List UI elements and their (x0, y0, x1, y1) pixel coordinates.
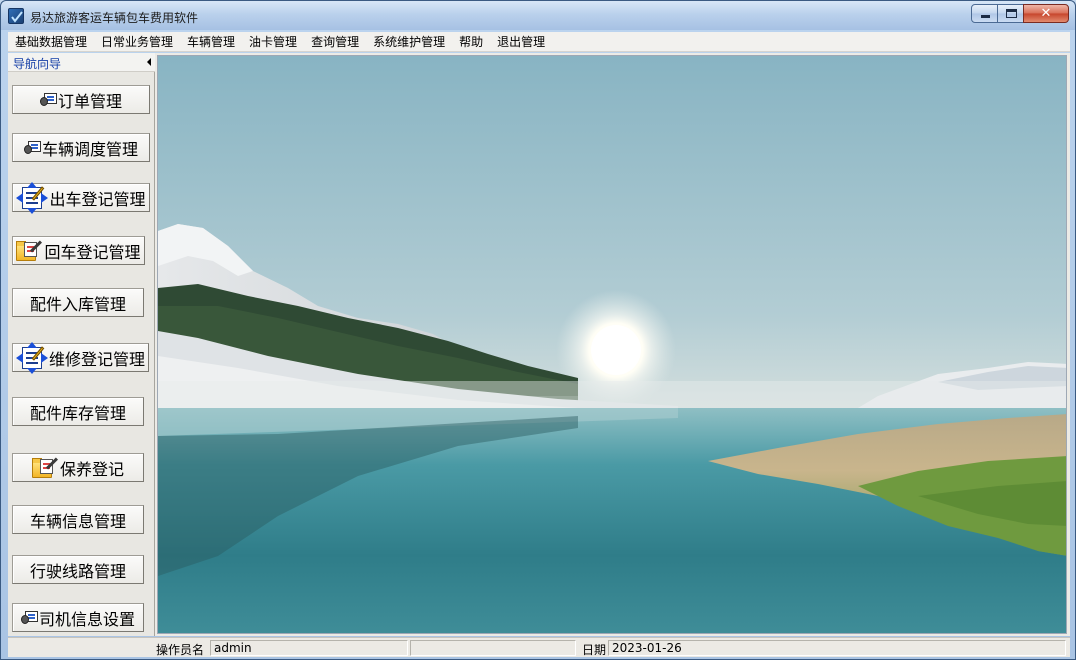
nav-button-label: 出车登记管理 (49, 189, 146, 209)
nav-button-parts-stock[interactable]: 配件库存管理 (12, 397, 144, 426)
status-bar: 操作员名 admin 日期 2023-01-26 (8, 637, 1070, 657)
nav-button-label: 行驶线路管理 (29, 561, 126, 581)
nav-button-repair[interactable]: 维修登记管理 (12, 341, 149, 374)
title-bar[interactable]: 易达旅游客运车辆包车费用软件 ✕ (1, 1, 1075, 30)
nav-button-label: 回车登记管理 (44, 242, 141, 262)
menu-fuel-card[interactable]: 油卡管理 (242, 32, 304, 52)
nav-button-maintenance[interactable]: 保养登记 (12, 453, 144, 482)
menu-query[interactable]: 查询管理 (304, 32, 366, 52)
lake-landscape-image (158, 56, 1066, 633)
nav-button-vehicle-info[interactable]: 车辆信息管理 (12, 505, 144, 534)
collapse-arrow-icon[interactable] (147, 58, 151, 66)
nav-title: 导航向导 (13, 57, 62, 71)
window-controls: ✕ (971, 4, 1069, 24)
menu-exit[interactable]: 退出管理 (490, 32, 552, 52)
nav-button-return[interactable]: 回车登记管理 (12, 236, 145, 265)
date-label: 日期 (582, 643, 607, 657)
close-button[interactable]: ✕ (1023, 4, 1069, 23)
app-icon (8, 8, 24, 24)
nav-button-label: 订单管理 (57, 91, 122, 111)
window-title: 易达旅游客运车辆包车费用软件 (30, 11, 199, 25)
folder-edit-icon (16, 239, 43, 262)
menu-system-maintenance[interactable]: 系统维护管理 (366, 32, 452, 52)
maximize-icon (1006, 9, 1017, 18)
menu-vehicle[interactable]: 车辆管理 (180, 32, 242, 52)
maximize-button[interactable] (997, 4, 1024, 23)
nav-button-dispatch[interactable]: 车辆调度管理 (12, 133, 150, 162)
order-icon (20, 610, 38, 625)
menu-daily-business[interactable]: 日常业务管理 (94, 32, 180, 52)
nav-button-order[interactable]: 订单管理 (12, 85, 150, 114)
nav-button-label: 配件库存管理 (29, 403, 126, 423)
order-icon (23, 140, 41, 155)
client-area: 导航向导 订单管理 车辆调度管理 出车登记管理 回车登记管理 配件入库管理 维修… (8, 53, 1070, 636)
date-value: 2023-01-26 (608, 640, 1066, 656)
nav-button-label: 司机信息设置 (38, 609, 135, 629)
nav-button-departure[interactable]: 出车登记管理 (12, 181, 150, 214)
nav-button-driver-info[interactable]: 司机信息设置 (12, 603, 144, 632)
menu-bar: 基础数据管理 日常业务管理 车辆管理 油卡管理 查询管理 系统维护管理 帮助 退… (8, 32, 1070, 52)
close-icon: ✕ (1040, 6, 1052, 21)
nav-button-parts-inbound[interactable]: 配件入库管理 (12, 288, 144, 317)
operator-value: admin (210, 640, 408, 656)
status-spacer (410, 640, 576, 656)
menu-basic-data[interactable]: 基础数据管理 (8, 32, 94, 52)
nav-button-label: 车辆调度管理 (41, 139, 138, 159)
menu-help[interactable]: 帮助 (452, 32, 490, 52)
nav-header: 导航向导 (8, 53, 155, 72)
form-edit-icon (15, 341, 48, 374)
nav-button-label: 维修登记管理 (48, 349, 145, 369)
form-edit-icon (16, 181, 49, 214)
order-icon (39, 92, 57, 107)
navigation-panel: 导航向导 订单管理 车辆调度管理 出车登记管理 回车登记管理 配件入库管理 维修… (8, 53, 155, 636)
minimize-button[interactable] (971, 4, 998, 23)
nav-button-label: 车辆信息管理 (29, 511, 126, 531)
operator-label: 操作员名 (156, 643, 205, 657)
minimize-icon (981, 15, 990, 18)
nav-button-label: 保养登记 (59, 459, 124, 479)
folder-edit-icon (31, 456, 58, 479)
nav-button-route[interactable]: 行驶线路管理 (12, 555, 144, 584)
main-window: 易达旅游客运车辆包车费用软件 ✕ 基础数据管理 日常业务管理 车辆管理 油卡管理… (0, 0, 1076, 660)
nav-button-label: 配件入库管理 (29, 294, 126, 314)
background-lake-scene (157, 55, 1067, 634)
